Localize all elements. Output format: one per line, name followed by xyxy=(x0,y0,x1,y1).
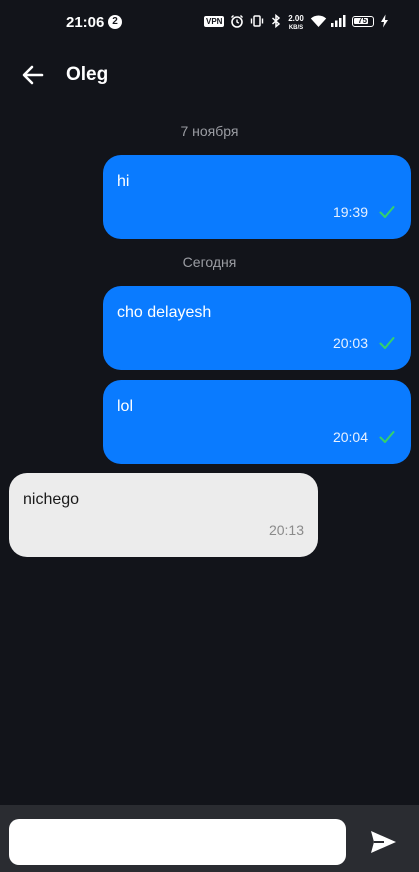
status-time: 21:06 xyxy=(66,14,105,31)
message-text: lol xyxy=(117,398,134,415)
message-bubble-outgoing[interactable]: cho delayesh 20:03 xyxy=(103,286,411,370)
bluetooth-icon xyxy=(270,13,282,33)
message-time: 20:04 xyxy=(332,429,368,445)
message-bubble-outgoing[interactable]: hi 19:39 xyxy=(103,155,411,239)
notification-badge: 2 xyxy=(108,15,122,29)
chat-title: Oleg xyxy=(66,64,109,85)
back-button[interactable] xyxy=(18,60,48,90)
signal-icon xyxy=(331,14,347,33)
message-bubble-incoming[interactable]: nichego 20:13 xyxy=(9,473,318,557)
check-icon xyxy=(379,431,395,443)
speed-unit: KB/S xyxy=(288,25,304,31)
chat-header: Oleg xyxy=(0,44,419,106)
message-time: 20:13 xyxy=(268,522,304,538)
battery-level: 75 xyxy=(358,16,367,25)
vibrate-icon xyxy=(250,14,264,33)
message-input[interactable] xyxy=(9,819,346,865)
alarm-icon xyxy=(230,14,244,33)
battery-icon: 75 xyxy=(352,16,374,27)
vpn-icon: VPN xyxy=(204,16,225,27)
arrow-left-icon xyxy=(22,65,44,85)
charging-icon xyxy=(380,14,389,33)
date-separator: Сегодня xyxy=(182,254,237,270)
message-text: nichego xyxy=(23,491,80,508)
check-icon xyxy=(379,337,395,349)
network-speed: 2.00 KB/S xyxy=(286,15,306,32)
wifi-icon xyxy=(310,14,327,33)
send-icon xyxy=(371,831,396,853)
message-text: cho delayesh xyxy=(117,304,212,321)
message-composer xyxy=(0,805,419,872)
send-button[interactable] xyxy=(366,825,400,859)
message-text: hi xyxy=(117,173,130,190)
message-time: 20:03 xyxy=(332,335,368,351)
date-separator: 7 ноября xyxy=(180,123,239,139)
message-time: 19:39 xyxy=(332,204,368,220)
check-icon xyxy=(379,206,395,218)
status-bar: 21:06 2 VPN 2.00 KB/S 75 xyxy=(0,0,419,44)
message-bubble-outgoing[interactable]: lol 20:04 xyxy=(103,380,411,464)
speed-value: 2.00 xyxy=(288,14,304,23)
